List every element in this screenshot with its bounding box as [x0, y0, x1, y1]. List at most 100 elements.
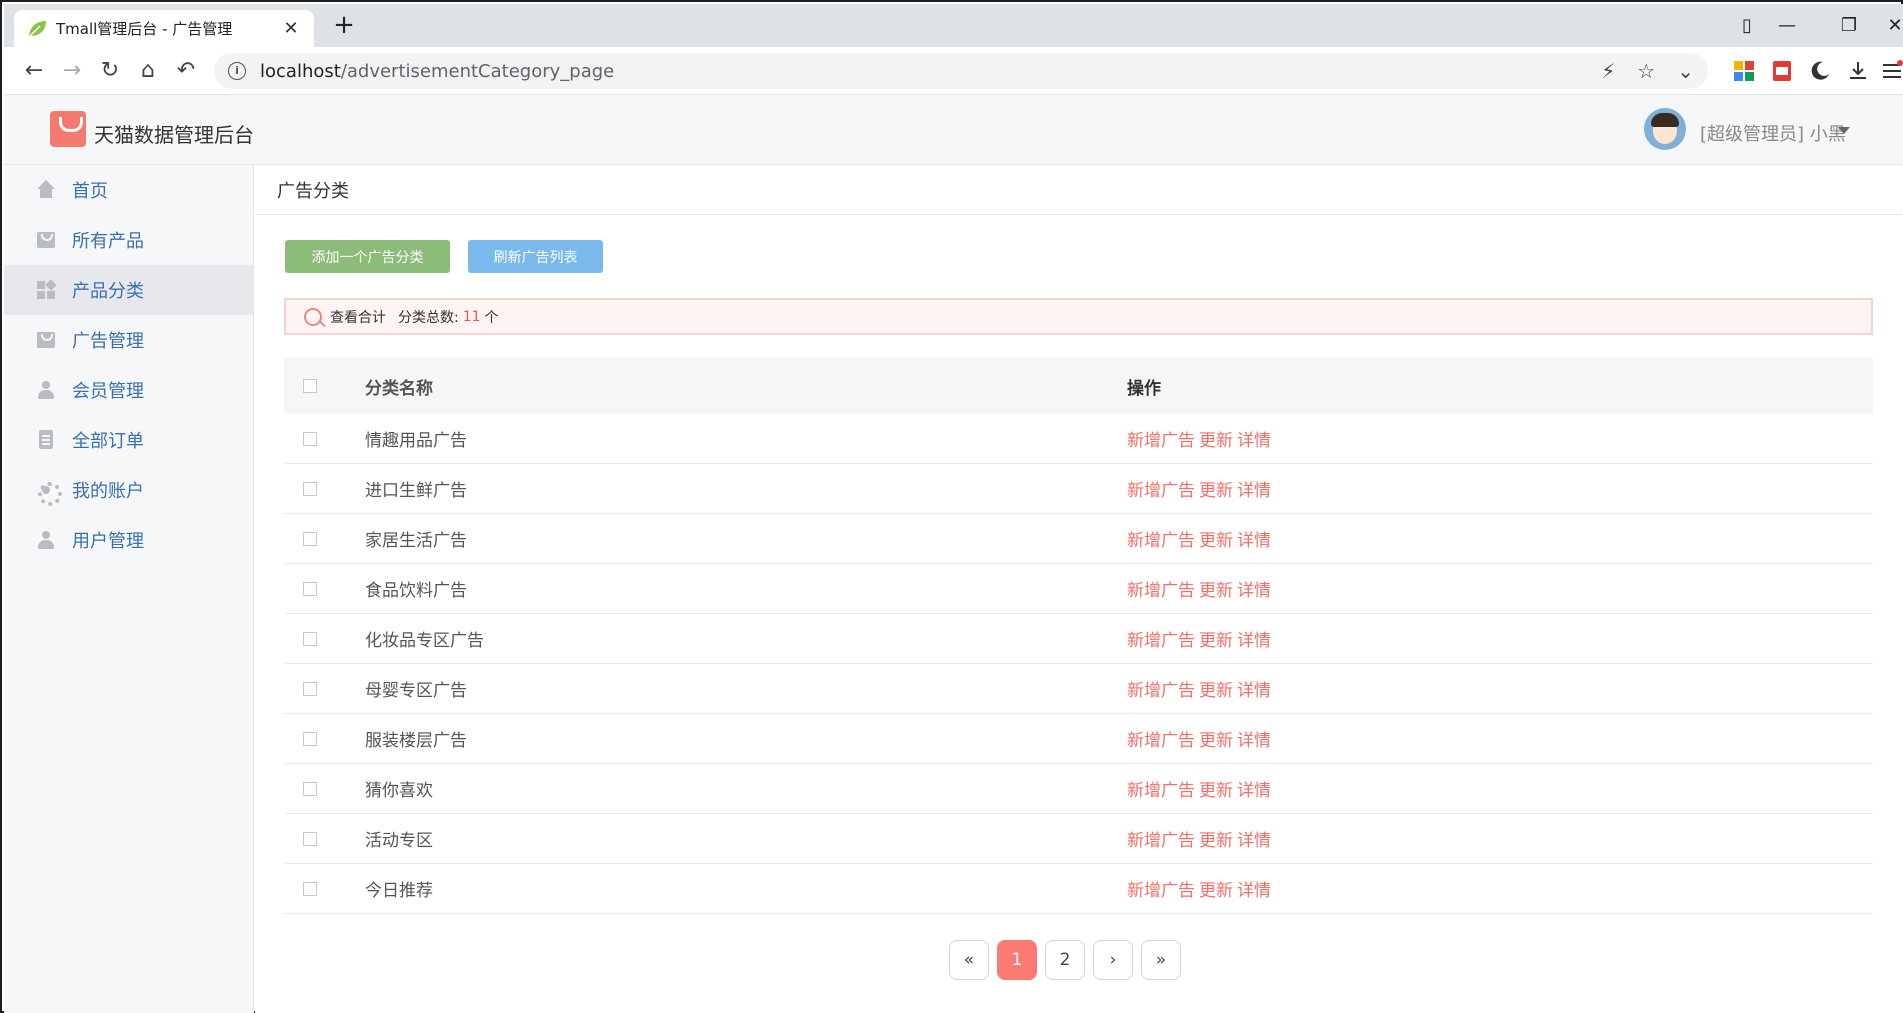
row-checkbox[interactable] — [303, 581, 317, 596]
sidebar-item-home[interactable]: 首页 — [4, 165, 253, 215]
home-icon[interactable]: ⌂ — [134, 57, 162, 85]
search-icon — [304, 307, 322, 326]
row-actions: 新增广告 更新 详情 — [1127, 826, 1275, 851]
table-header: 分类名称 操作 — [284, 358, 1873, 414]
update-link[interactable]: 更新 — [1199, 631, 1233, 651]
detail-link[interactable]: 详情 — [1237, 781, 1271, 801]
download-icon[interactable] — [1846, 59, 1870, 83]
category-name: 化妆品专区广告 — [365, 631, 484, 651]
add-ad-link[interactable]: 新增广告 — [1127, 481, 1195, 501]
home-icon — [36, 180, 56, 200]
table-row: 猜你喜欢 新增广告 更新 详情 — [284, 764, 1873, 814]
sidebar-item-ads[interactable]: 广告管理 — [4, 315, 253, 365]
update-link[interactable]: 更新 — [1199, 731, 1233, 751]
dark-mode-moon-icon[interactable] — [1808, 59, 1832, 83]
add-ad-link[interactable]: 新增广告 — [1127, 881, 1195, 901]
add-ad-link[interactable]: 新增广告 — [1127, 631, 1195, 651]
update-link[interactable]: 更新 — [1199, 831, 1233, 851]
add-ad-link[interactable]: 新增广告 — [1127, 531, 1195, 551]
restore-icon[interactable]: ❐ — [1834, 14, 1864, 38]
sidebar-item-members[interactable]: 会员管理 — [4, 365, 253, 415]
update-link[interactable]: 更新 — [1199, 481, 1233, 501]
category-name: 进口生鲜广告 — [365, 481, 467, 501]
row-checkbox[interactable] — [303, 481, 317, 496]
row-checkbox[interactable] — [303, 531, 317, 546]
update-link[interactable]: 更新 — [1199, 431, 1233, 451]
update-link[interactable]: 更新 — [1199, 531, 1233, 551]
user-menu-label[interactable]: [超级管理员] 小黑 — [1700, 120, 1846, 146]
detail-link[interactable]: 详情 — [1237, 731, 1271, 751]
undo-icon[interactable]: ↶ — [172, 57, 200, 85]
tab-close-icon[interactable]: ✕ — [280, 18, 302, 39]
back-icon[interactable]: ← — [20, 57, 48, 85]
new-tab-icon[interactable]: + — [330, 12, 358, 40]
detail-link[interactable]: 详情 — [1237, 831, 1271, 851]
add-category-button[interactable]: 添加一个广告分类 — [285, 240, 450, 273]
update-link[interactable]: 更新 — [1199, 781, 1233, 801]
detail-link[interactable]: 详情 — [1237, 681, 1271, 701]
browser-tab[interactable]: Tmall管理后台 - 广告管理 ✕ — [14, 10, 314, 47]
detail-link[interactable]: 详情 — [1237, 881, 1271, 901]
vertical-tabs-icon[interactable]: ▯ — [1732, 14, 1762, 38]
category-name: 母婴专区广告 — [365, 681, 467, 701]
dropdown-chevron-icon[interactable]: ⌄ — [1677, 59, 1694, 83]
detail-link[interactable]: 详情 — [1237, 631, 1271, 651]
site-info-icon[interactable]: i — [228, 62, 246, 80]
sidebar-item-categories[interactable]: 产品分类 — [4, 265, 253, 315]
sidebar-item-label: 首页 — [72, 181, 108, 202]
row-actions: 新增广告 更新 详情 — [1127, 876, 1275, 901]
update-link[interactable]: 更新 — [1199, 681, 1233, 701]
minimize-icon[interactable]: — — [1772, 14, 1802, 38]
sidebar-item-account[interactable]: 我的账户 — [4, 465, 253, 515]
app-header: 天猫数据管理后台 [超级管理员] 小黑 — [4, 95, 1903, 165]
close-window-icon[interactable]: ✕ — [1880, 14, 1903, 38]
header-actions: 操作 — [1127, 378, 1161, 399]
pagination-next[interactable]: › — [1093, 940, 1133, 980]
pagination: « 1 2 › » — [949, 940, 1181, 980]
sidebar-item-products[interactable]: 所有产品 — [4, 215, 253, 265]
add-ad-link[interactable]: 新增广告 — [1127, 681, 1195, 701]
pdf-icon[interactable] — [1770, 59, 1794, 83]
add-ad-link[interactable]: 新增广告 — [1127, 731, 1195, 751]
update-link[interactable]: 更新 — [1199, 881, 1233, 901]
refresh-list-button[interactable]: 刷新广告列表 — [468, 240, 603, 273]
add-ad-link[interactable]: 新增广告 — [1127, 431, 1195, 451]
address-bar[interactable]: i localhost /advertisementCategory_page … — [214, 53, 1708, 89]
update-link[interactable]: 更新 — [1199, 581, 1233, 601]
reload-icon[interactable]: ↻ — [96, 57, 124, 85]
add-ad-link[interactable]: 新增广告 — [1127, 781, 1195, 801]
row-checkbox[interactable] — [303, 681, 317, 696]
row-checkbox[interactable] — [303, 781, 317, 796]
url-path: /advertisementCategory_page — [340, 60, 615, 82]
apps-grid-icon[interactable] — [1732, 59, 1756, 83]
pagination-page-1[interactable]: 1 — [997, 940, 1037, 980]
sidebar-item-users[interactable]: 用户管理 — [4, 515, 253, 565]
pagination-page-2[interactable]: 2 — [1045, 940, 1085, 980]
detail-link[interactable]: 详情 — [1237, 531, 1271, 551]
detail-link[interactable]: 详情 — [1237, 481, 1271, 501]
select-all-checkbox[interactable] — [303, 379, 317, 393]
add-ad-link[interactable]: 新增广告 — [1127, 581, 1195, 601]
row-checkbox[interactable] — [303, 631, 317, 646]
detail-link[interactable]: 详情 — [1237, 431, 1271, 451]
row-checkbox[interactable] — [303, 831, 317, 846]
detail-link[interactable]: 详情 — [1237, 581, 1271, 601]
row-checkbox[interactable] — [303, 881, 317, 896]
row-checkbox[interactable] — [303, 431, 317, 446]
bookmark-star-icon[interactable]: ☆ — [1637, 59, 1655, 83]
sidebar-item-orders[interactable]: 全部订单 — [4, 415, 253, 465]
row-actions: 新增广告 更新 详情 — [1127, 626, 1275, 651]
caret-down-icon[interactable] — [1838, 127, 1850, 134]
row-checkbox[interactable] — [303, 731, 317, 746]
lightning-icon[interactable]: ⚡ — [1601, 59, 1615, 83]
avatar[interactable] — [1644, 108, 1686, 150]
forward-icon[interactable]: → — [58, 57, 86, 85]
category-name: 服装楼层广告 — [365, 731, 467, 751]
category-name: 情趣用品广告 — [365, 431, 467, 451]
sidebar-item-label: 用户管理 — [72, 531, 144, 552]
pagination-first[interactable]: « — [949, 940, 989, 980]
add-ad-link[interactable]: 新增广告 — [1127, 831, 1195, 851]
sidebar-item-label: 产品分类 — [72, 281, 144, 302]
pagination-last[interactable]: » — [1141, 940, 1181, 980]
menu-icon[interactable] — [1880, 59, 1903, 83]
